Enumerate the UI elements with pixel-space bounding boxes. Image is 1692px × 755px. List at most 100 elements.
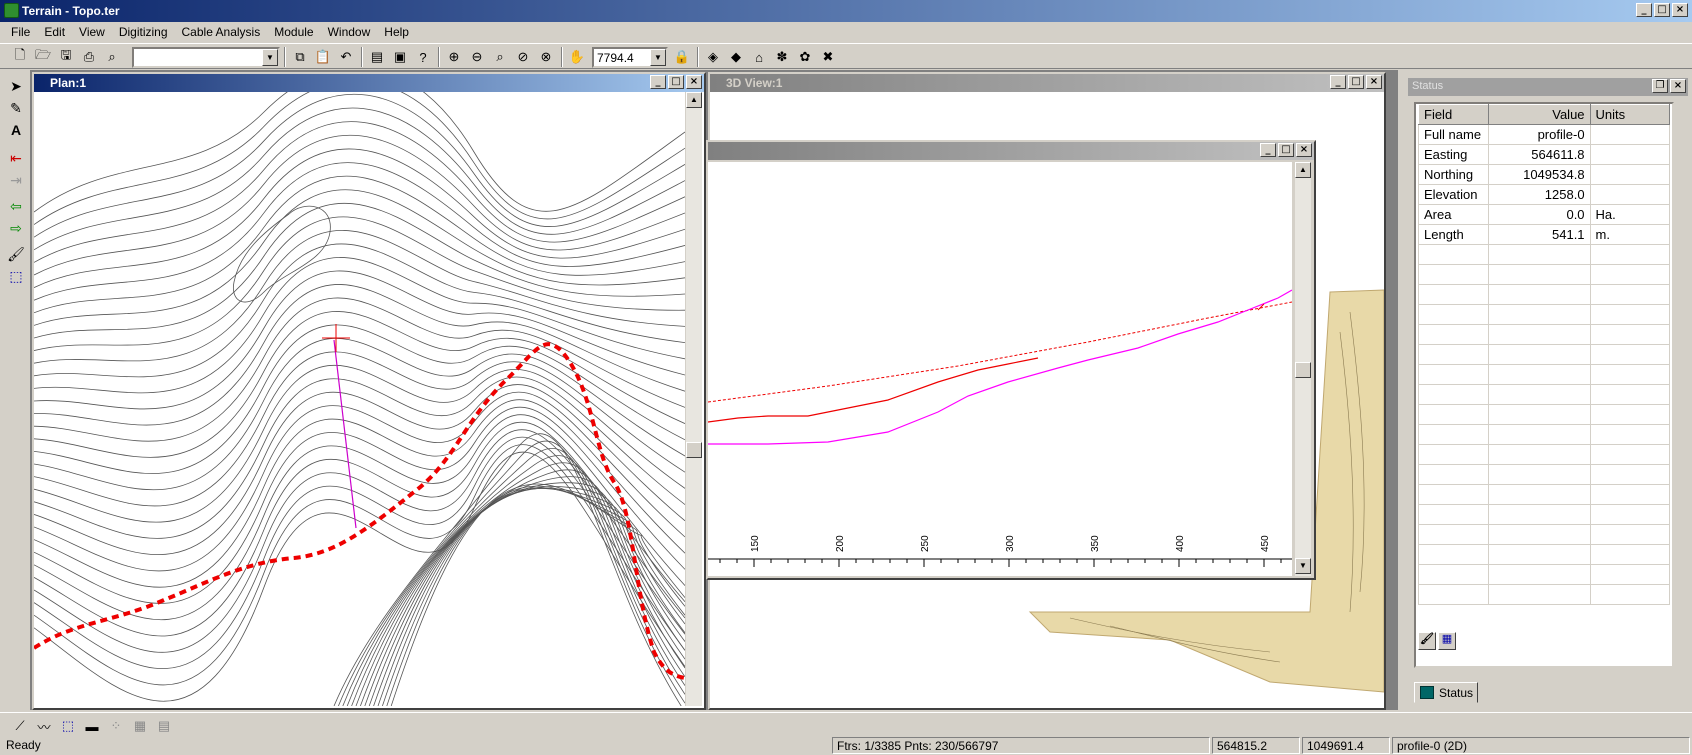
menu-edit[interactable]: Edit xyxy=(37,25,72,39)
profile-minimize-button[interactable]: _ xyxy=(1260,143,1276,157)
terrain-tool-5-icon[interactable]: ✿ xyxy=(795,47,815,67)
plan-window[interactable]: Plan:1 _ □ × ▲ xyxy=(32,72,706,710)
table-row[interactable]: Easting 564611.8 xyxy=(1418,144,1671,165)
points-view-icon[interactable]: ⁘ xyxy=(106,716,126,736)
select-arrow-icon[interactable]: ➤ xyxy=(5,76,27,96)
column-header-value[interactable]: Value xyxy=(1487,104,1591,125)
terrain-tool-3-icon[interactable]: ⌂ xyxy=(749,47,769,67)
table-row xyxy=(1418,524,1671,545)
menu-help[interactable]: Help xyxy=(377,25,416,39)
app-title-bar: Terrain - Topo.ter _ □ × xyxy=(0,0,1692,22)
terrain-tool-1-icon[interactable]: ◈ xyxy=(703,47,723,67)
plan-map-canvas[interactable] xyxy=(34,92,685,706)
table-row[interactable]: Area 0.0 Ha. xyxy=(1418,204,1671,225)
chevron-down-icon[interactable]: ▼ xyxy=(262,49,278,66)
profile-chart-canvas[interactable]: 150 200 250 300 350 400 450 xyxy=(708,162,1292,576)
table-row xyxy=(1418,584,1671,605)
scroll-up-icon[interactable]: ▲ xyxy=(1295,162,1311,178)
scroll-up-icon[interactable]: ▲ xyxy=(686,92,702,108)
table-row xyxy=(1418,504,1671,525)
close-button[interactable]: × xyxy=(1672,3,1688,17)
table-view-icon[interactable]: ▤ xyxy=(154,716,174,736)
profile-view-icon[interactable]: 〰 xyxy=(34,716,54,736)
axis-tick-label: 150 xyxy=(750,535,761,552)
arrow-right-icon[interactable]: ⇨ xyxy=(5,218,27,238)
undo-icon[interactable]: ↶ xyxy=(336,47,356,67)
menu-digitizing[interactable]: Digitizing xyxy=(112,25,175,39)
paste-icon[interactable]: 📋 xyxy=(313,47,333,67)
edit-properties-icon[interactable]: ▦ xyxy=(1438,632,1456,650)
3d-view-icon[interactable]: ⬚ xyxy=(58,716,78,736)
status-tab-icon xyxy=(1420,686,1434,699)
column-header-units[interactable]: Units xyxy=(1589,104,1671,125)
layer-combo[interactable]: ▼ xyxy=(132,47,280,68)
scale-combo[interactable]: 7794.4 ▼ xyxy=(592,47,668,68)
profile-vertical-scrollbar[interactable]: ▲ ▼ xyxy=(1294,162,1311,576)
table-row xyxy=(1418,544,1671,565)
menu-cable-analysis[interactable]: Cable Analysis xyxy=(175,25,268,39)
plan-view-icon[interactable]: ⟋ xyxy=(10,716,30,736)
insert-right-icon[interactable]: ⇥ xyxy=(5,170,27,190)
brush-icon[interactable]: 🖌 xyxy=(5,244,27,264)
profile-ground-line xyxy=(708,289,1292,445)
insert-left-icon[interactable]: ⇤ xyxy=(5,148,27,168)
status-close-button[interactable]: × xyxy=(1670,79,1686,93)
profile-scroll-thumb[interactable] xyxy=(1295,362,1311,378)
shaded-view-icon[interactable]: ▬ xyxy=(82,716,102,736)
print-icon[interactable]: ⎙ xyxy=(79,47,99,67)
properties-icon[interactable]: ▤ xyxy=(367,47,387,67)
grid-view-icon[interactable]: ▦ xyxy=(130,716,150,736)
menu-module[interactable]: Module xyxy=(267,25,320,39)
view3d-minimize-button[interactable]: _ xyxy=(1330,75,1346,89)
menu-view[interactable]: View xyxy=(72,25,112,39)
profile-window[interactable]: _ □ × 150 200 250 300 350 400 450 ▲ ▼ xyxy=(706,140,1316,580)
plan-close-button[interactable]: × xyxy=(686,75,702,89)
minimize-button[interactable]: _ xyxy=(1636,3,1652,17)
pencil-icon[interactable]: ✎ xyxy=(5,98,27,118)
help-icon[interactable]: ? xyxy=(413,47,433,67)
plan-scroll-thumb[interactable] xyxy=(686,442,702,458)
table-row[interactable]: Full name profile-0 xyxy=(1418,124,1671,145)
zoom-icon[interactable]: ⌕ xyxy=(490,47,510,67)
status-restore-button[interactable]: ❐ xyxy=(1652,79,1668,93)
pan-hand-icon[interactable]: ✋ xyxy=(567,47,587,67)
cable-route-line xyxy=(34,342,685,680)
table-row[interactable]: Length 541.1 m. xyxy=(1418,224,1671,245)
text-tool-icon[interactable]: A xyxy=(5,120,27,140)
lock-icon[interactable]: 🔒 xyxy=(672,47,692,67)
chevron-down-icon[interactable]: ▼ xyxy=(650,49,666,66)
new-file-icon[interactable]: 🗋 xyxy=(10,47,30,67)
print-preview-icon[interactable]: ⌕ xyxy=(102,47,122,67)
copy-icon[interactable]: ⧉ xyxy=(290,47,310,67)
table-row[interactable]: Elevation 1258.0 xyxy=(1418,184,1671,205)
save-icon[interactable]: 🖫 xyxy=(56,47,76,67)
view3d-maximize-button[interactable]: □ xyxy=(1348,75,1364,89)
menu-window[interactable]: Window xyxy=(321,25,378,39)
cube-icon[interactable]: ⬚ xyxy=(5,266,27,286)
axis-tick-label: 350 xyxy=(1090,535,1101,552)
zoom-window-icon[interactable]: ⊗ xyxy=(536,47,556,67)
open-folder-icon[interactable]: 🗁 xyxy=(33,47,53,67)
terrain-tool-6-icon[interactable]: ✖ xyxy=(818,47,838,67)
tab-status[interactable]: Status xyxy=(1414,682,1478,703)
plan-minimize-button[interactable]: _ xyxy=(650,75,666,89)
maximize-button[interactable]: □ xyxy=(1654,3,1670,17)
profile-maximize-button[interactable]: □ xyxy=(1278,143,1294,157)
zoom-in-icon[interactable]: ⊕ xyxy=(444,47,464,67)
terrain-tool-4-icon[interactable]: ✽ xyxy=(772,47,792,67)
view3d-close-button[interactable]: × xyxy=(1366,75,1382,89)
scroll-down-icon[interactable]: ▼ xyxy=(1295,558,1311,574)
arrow-left-icon[interactable]: ⇦ xyxy=(5,196,27,216)
window-icon[interactable]: ▣ xyxy=(390,47,410,67)
column-header-field[interactable]: Field xyxy=(1418,104,1489,125)
brush-icon[interactable]: 🖌 xyxy=(1418,632,1436,650)
plan-maximize-button[interactable]: □ xyxy=(668,75,684,89)
terrain-tool-2-icon[interactable]: ◆ xyxy=(726,47,746,67)
plan-vertical-scrollbar[interactable]: ▲ xyxy=(685,92,702,706)
axis-tick-label: 250 xyxy=(920,535,931,552)
menu-file[interactable]: File xyxy=(4,25,37,39)
zoom-out-icon[interactable]: ⊖ xyxy=(467,47,487,67)
zoom-extents-icon[interactable]: ⊘ xyxy=(513,47,533,67)
table-row[interactable]: Northing 1049534.8 xyxy=(1418,164,1671,185)
profile-close-button[interactable]: × xyxy=(1296,143,1312,157)
